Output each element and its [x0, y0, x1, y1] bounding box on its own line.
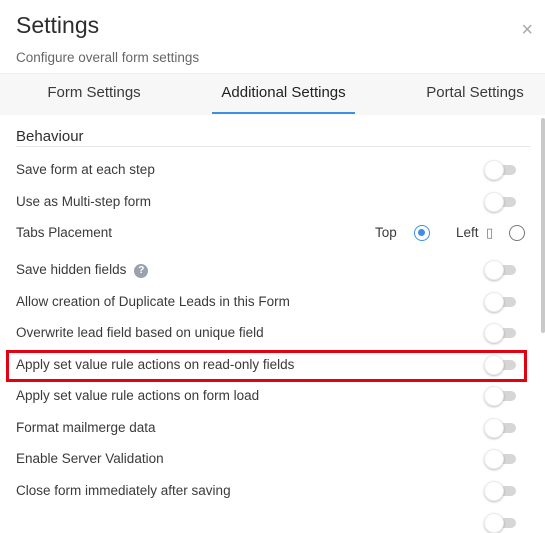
toggle-switch[interactable]: [484, 386, 518, 406]
setting-multi-step: Use as Multi-step form: [16, 190, 526, 216]
toggle-switch[interactable]: [484, 260, 518, 280]
section-title: Behaviour: [16, 128, 84, 145]
close-icon[interactable]: ×: [521, 20, 533, 40]
setting-close-after-saving: Close form immediately after saving: [16, 479, 526, 505]
settings-dialog: Settings Configure overall form settings…: [0, 0, 545, 533]
radio-top[interactable]: [414, 225, 430, 241]
section-divider: [16, 146, 531, 147]
setting-label: Apply set value rule actions on form loa…: [16, 388, 260, 403]
setting-label: Overwrite lead field based on unique fie…: [16, 325, 264, 340]
radio-label-left: Left: [456, 225, 479, 240]
tab-additional-settings[interactable]: Additional Settings: [212, 74, 355, 114]
setting-save-each-step: Save form at each step: [16, 158, 526, 184]
setting-server-validation: Enable Server Validation: [16, 447, 526, 473]
highlight-box: [6, 350, 527, 382]
radio-option-top: Top: [374, 224, 434, 244]
settings-panel: Behaviour Save form at each step Use as …: [0, 115, 545, 533]
setting-label: Format mailmerge data: [16, 420, 156, 435]
setting-format-mailmerge: Format mailmerge data: [16, 416, 526, 442]
tab-form-settings[interactable]: Form Settings: [40, 74, 148, 114]
toggle-switch[interactable]: [484, 292, 518, 312]
dialog-subtitle: Configure overall form settings: [16, 50, 200, 65]
setting-label: Close form immediately after saving: [16, 483, 231, 498]
radio-label-top: Top: [375, 225, 397, 240]
setting-save-hidden-fields: Save hidden fields?: [16, 258, 526, 284]
setting-form-load-rule-actions: Apply set value rule actions on form loa…: [16, 384, 526, 410]
setting-next-partial: [16, 511, 526, 533]
toggle-switch[interactable]: [484, 481, 518, 501]
setting-label: Save form at each step: [16, 162, 155, 177]
dialog-title: Settings: [16, 12, 100, 38]
setting-label: Use as Multi-step form: [16, 194, 152, 209]
setting-tabs-placement: Tabs Placement Top Left ▯: [16, 221, 526, 247]
radio-option-left: Left ▯: [456, 224, 526, 244]
setting-overwrite-lead-field: Overwrite lead field based on unique fie…: [16, 321, 526, 347]
toggle-switch[interactable]: [484, 418, 518, 438]
radio-left[interactable]: [509, 225, 525, 241]
toggle-switch[interactable]: [484, 160, 518, 180]
setting-label: Allow creation of Duplicate Leads in thi…: [16, 294, 290, 309]
toggle-switch[interactable]: [484, 513, 518, 533]
setting-label: Enable Server Validation: [16, 451, 164, 466]
tab-portal-settings[interactable]: Portal Settings: [420, 74, 530, 114]
setting-label: Save hidden fields?: [16, 262, 149, 278]
settings-tabs: Form Settings Additional Settings Portal…: [0, 73, 545, 115]
setting-duplicate-leads: Allow creation of Duplicate Leads in thi…: [16, 290, 526, 316]
toggle-switch[interactable]: [484, 449, 518, 469]
toggle-switch[interactable]: [484, 192, 518, 212]
scrollbar[interactable]: [541, 118, 545, 333]
help-icon[interactable]: ?: [134, 264, 149, 278]
toggle-switch[interactable]: [484, 323, 518, 343]
setting-label: Tabs Placement: [16, 225, 113, 240]
mobile-icon: ▯: [486, 225, 494, 240]
